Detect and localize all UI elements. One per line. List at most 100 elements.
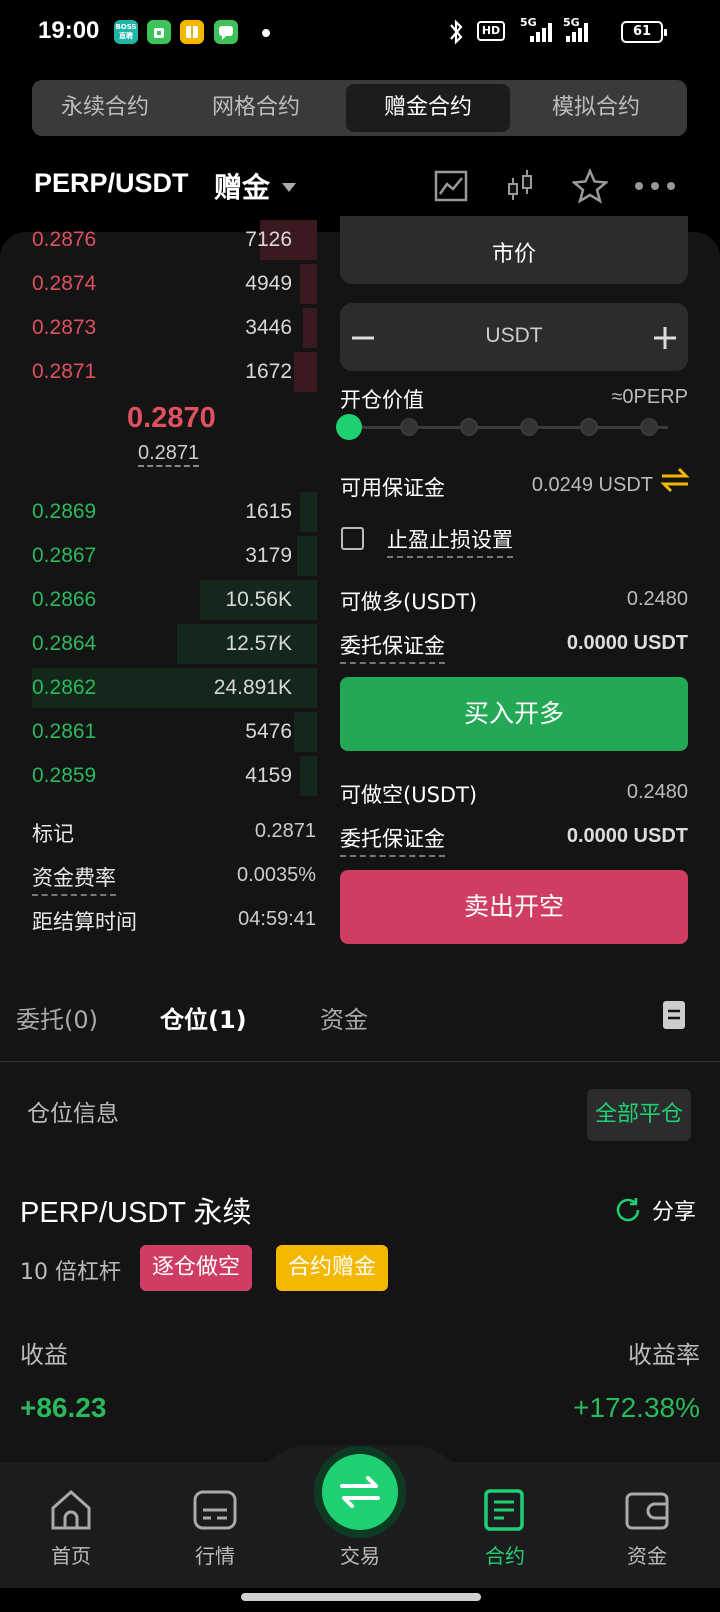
position-symbol[interactable]: PERP/USDT 永续 xyxy=(20,1189,252,1231)
candlestick-icon[interactable] xyxy=(503,168,539,204)
bid-row[interactable]: 0.2867 3179 xyxy=(32,536,317,576)
sell-short-button[interactable]: 卖出开空 xyxy=(340,870,688,944)
market-icon[interactable] xyxy=(193,1490,237,1530)
order-quantity: 5476 xyxy=(245,720,292,743)
transfer-icon[interactable] xyxy=(660,466,690,494)
tab-orders[interactable]: 委托(0) xyxy=(16,1000,98,1035)
tab-bonus[interactable]: 赠金合约 xyxy=(346,84,510,132)
ask-row[interactable]: 0.2873 3446 xyxy=(32,308,317,348)
bid-row[interactable]: 0.2861 5476 xyxy=(32,712,317,752)
order-type-label: 市价 xyxy=(491,242,536,267)
wallet-icon[interactable] xyxy=(625,1490,669,1530)
hd-icon: HD xyxy=(477,21,505,41)
depth-bar xyxy=(299,756,317,796)
leverage-label: 10 倍杠杆 xyxy=(20,1260,121,1285)
order-quantity: 24.891K xyxy=(213,676,292,699)
order-type-select[interactable]: 市价 xyxy=(340,216,688,284)
slider-step[interactable] xyxy=(580,418,598,436)
slider-step[interactable] xyxy=(520,418,538,436)
long-max-label: 可做多(USDT) xyxy=(340,590,478,614)
buy-long-button[interactable]: 买入开多 xyxy=(340,677,688,751)
mark-label: 标记 xyxy=(32,822,74,846)
depth-bar xyxy=(294,352,317,392)
home-indicator[interactable] xyxy=(241,1593,481,1601)
depth-bar xyxy=(297,536,317,576)
nav-home[interactable]: 首页 xyxy=(21,1540,121,1569)
amount-input[interactable]: USDT xyxy=(340,303,688,371)
star-icon[interactable] xyxy=(572,168,608,204)
more-icon[interactable] xyxy=(633,168,677,204)
tpsl-label[interactable]: 止盈止损设置 xyxy=(387,524,513,558)
slider-step[interactable] xyxy=(640,418,658,436)
bonus-badge: 合约赠金 xyxy=(276,1245,389,1291)
order-quantity: 3179 xyxy=(245,544,292,567)
depth-bar xyxy=(302,308,317,348)
contract-icon[interactable] xyxy=(484,1489,524,1531)
order-quantity: 1672 xyxy=(245,360,292,383)
settlement-time-value: 04:59:41 xyxy=(238,908,316,930)
chart-line-icon[interactable] xyxy=(433,168,469,204)
short-max-label: 可做空(USDT) xyxy=(340,783,478,807)
slider-step[interactable] xyxy=(400,418,418,436)
close-all-button[interactable]: 全部平仓 xyxy=(587,1089,692,1141)
depth-bar xyxy=(294,712,317,752)
bid-row[interactable]: 0.2869 1615 xyxy=(32,492,317,532)
signal-icon-2 xyxy=(566,22,588,42)
share-icon[interactable] xyxy=(615,1196,641,1222)
nav-contract[interactable]: 合约 xyxy=(455,1540,555,1569)
trade-button[interactable] xyxy=(322,1454,398,1530)
bid-row[interactable]: 0.2866 10.56K xyxy=(32,580,317,620)
pair-tag[interactable]: 赠金 xyxy=(214,166,270,206)
signal-icon-1 xyxy=(530,22,552,42)
bid-row[interactable]: 0.2864 12.57K xyxy=(32,624,317,664)
trading-pair[interactable]: PERP/USDT xyxy=(34,168,189,199)
depth-bar xyxy=(299,492,317,532)
last-price: 0.2870 xyxy=(127,402,216,434)
plus-icon[interactable] xyxy=(652,325,678,351)
bid-row[interactable]: 0.2862 24.891K xyxy=(32,668,317,708)
pnl-value: +86.23 xyxy=(20,1392,107,1423)
order-quantity: 10.56K xyxy=(225,588,292,611)
long-max-value: 0.2480 xyxy=(626,588,688,610)
tab-perpetual[interactable]: 永续合约 xyxy=(40,84,170,132)
contract-type-tabs: 永续合约 网格合约 赠金合约 模拟合约 xyxy=(32,80,687,136)
ask-row[interactable]: 0.2876 7126 xyxy=(32,220,317,260)
order-price: 0.2862 xyxy=(32,676,97,699)
home-icon[interactable] xyxy=(49,1488,93,1532)
order-price: 0.2859 xyxy=(32,764,97,787)
order-price: 0.2864 xyxy=(32,632,97,655)
open-value-label: 开仓价值 xyxy=(340,388,424,412)
tab-assets[interactable]: 资金 xyxy=(320,1000,368,1035)
order-price: 0.2873 xyxy=(32,316,97,339)
chevron-down-icon[interactable] xyxy=(282,183,296,192)
share-label[interactable]: 分享 xyxy=(652,1194,696,1226)
funding-rate-label[interactable]: 资金费率 xyxy=(32,862,116,896)
index-price[interactable]: 0.2871 xyxy=(138,442,200,467)
order-quantity: 3446 xyxy=(245,316,292,339)
nav-trade[interactable]: 交易 xyxy=(310,1540,410,1569)
order-price: 0.2871 xyxy=(32,360,97,383)
slider-step[interactable] xyxy=(336,414,362,440)
short-margin-label[interactable]: 委托保证金 xyxy=(340,823,445,857)
long-margin-label[interactable]: 委托保证金 xyxy=(340,630,445,664)
order-price: 0.2861 xyxy=(32,720,97,743)
tpsl-checkbox[interactable] xyxy=(341,527,364,550)
tab-positions[interactable]: 仓位(1) xyxy=(160,1000,247,1035)
slider-step[interactable] xyxy=(460,418,478,436)
order-quantity: 1615 xyxy=(245,500,292,523)
battery-icon: 61 xyxy=(621,21,667,43)
tab-grid[interactable]: 网格合约 xyxy=(176,84,336,132)
nav-assets[interactable]: 资金 xyxy=(597,1540,697,1569)
mark-value: 0.2871 xyxy=(254,820,316,842)
ask-row[interactable]: 0.2874 4949 xyxy=(32,264,317,304)
status-bar: 19:00 BOSS 直聘 HD 5G 5G 61 xyxy=(0,0,720,64)
document-icon[interactable] xyxy=(662,1000,686,1030)
bid-row[interactable]: 0.2859 4159 xyxy=(32,756,317,796)
long-margin-value: 0.0000 USDT xyxy=(566,632,688,654)
tab-demo[interactable]: 模拟合约 xyxy=(516,84,676,132)
nav-market[interactable]: 行情 xyxy=(165,1540,265,1569)
settlement-time-label: 距结算时间 xyxy=(32,910,137,934)
ask-row[interactable]: 0.2871 1672 xyxy=(32,352,317,392)
status-time: 19:00 xyxy=(38,17,100,44)
short-max-value: 0.2480 xyxy=(626,781,688,803)
